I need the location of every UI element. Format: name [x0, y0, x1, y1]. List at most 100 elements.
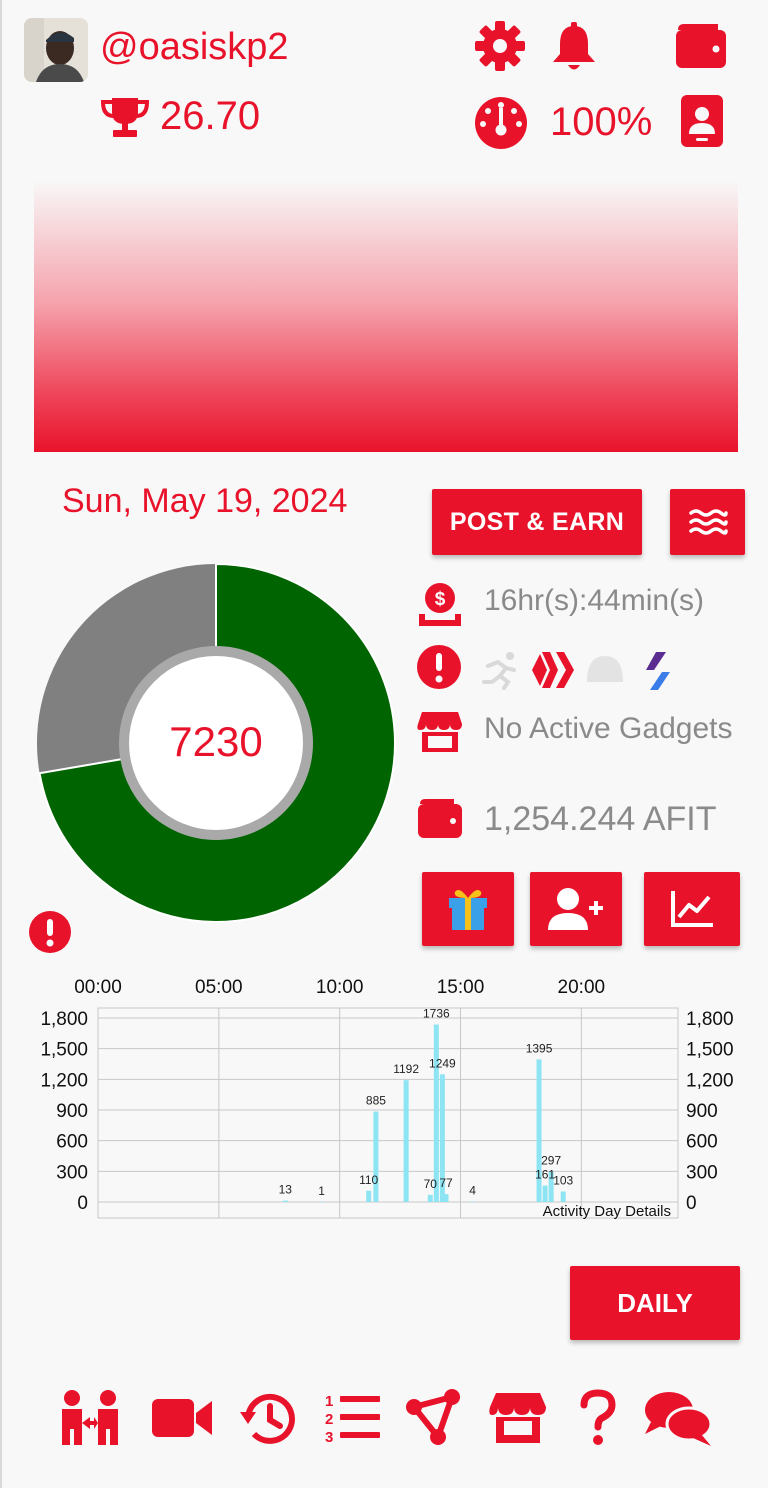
steps-count: 7230: [169, 718, 263, 765]
bell-icon[interactable]: [548, 22, 600, 74]
chart-y-tick-label-left: 1,800: [40, 1009, 88, 1030]
chart-bar: [319, 1201, 325, 1203]
chart-legend: Activity Day Details: [543, 1203, 671, 1220]
chart-bar-value-label: 1736: [423, 1007, 450, 1021]
question-icon: [580, 1389, 616, 1445]
chart-bar: [443, 1194, 449, 1202]
chart-y-tick-label-right: 900: [686, 1101, 718, 1122]
store-icon[interactable]: [416, 708, 464, 756]
users-arrows-icon: [62, 1390, 118, 1445]
chart-x-tick-label: 10:00: [316, 977, 364, 998]
warning-icon[interactable]: [416, 644, 464, 692]
chart-y-tick-label-left: 0: [77, 1193, 88, 1214]
nav-video[interactable]: [150, 1380, 214, 1456]
chart-y-tick-label-right: 1,200: [686, 1070, 734, 1091]
waves-icon: [688, 509, 728, 535]
chart-y-tick-label-left: 1,200: [40, 1070, 88, 1091]
gift-icon: [449, 890, 487, 930]
chart-y-tick-label-left: 300: [56, 1162, 88, 1183]
countdown-timer: 16hr(s):44min(s): [484, 584, 705, 617]
afit-balance: 1,254.244 AFIT: [484, 800, 717, 838]
chart-bar-value-label: 110: [359, 1173, 378, 1187]
gear-icon[interactable]: [474, 20, 526, 72]
chart-y-tick-label-left: 900: [56, 1101, 88, 1122]
wallet-icon[interactable]: [674, 22, 726, 74]
chart-bar-value-label: 70: [424, 1177, 438, 1191]
trend-chart-icon: [671, 891, 713, 927]
bolt-icon: [642, 650, 674, 692]
chart-y-tick-label-right: 600: [686, 1132, 718, 1153]
nav-chat[interactable]: [642, 1380, 714, 1456]
chart-bar: [470, 1201, 476, 1203]
chart-bar-value-label: 297: [541, 1154, 561, 1168]
share-nodes-icon: [406, 1389, 460, 1445]
post-and-earn-button[interactable]: POST & EARN: [432, 489, 642, 555]
chart-bars: [282, 1024, 566, 1203]
nav-history[interactable]: [236, 1380, 300, 1456]
chart-bar-value-label: 103: [553, 1173, 573, 1187]
chart-grid: [97, 1007, 679, 1219]
chart-y-tick-label-right: 1,800: [686, 1009, 734, 1030]
chart-x-tick-label: 20:00: [558, 977, 606, 998]
hive-icon: [530, 650, 576, 690]
chart-bar-value-label: 1: [318, 1184, 325, 1198]
chart-x-tick-label: 05:00: [195, 977, 243, 998]
store-icon: [489, 1393, 546, 1443]
chart-bar-labels: 13 1110885119270173612497741395161297103: [279, 1007, 574, 1198]
menu-button[interactable]: [670, 489, 745, 555]
chart-bar: [282, 1200, 288, 1202]
trophy-icon: [100, 96, 150, 138]
alert-icon[interactable]: [28, 910, 72, 954]
chart-bar: [542, 1185, 548, 1202]
add-friend-button[interactable]: [530, 872, 622, 946]
gadgets-status: No Active Gadgets: [484, 712, 733, 745]
activity-chart: 13 1110885119270173612497741395161297103 …: [40, 977, 733, 1220]
chart-bar: [433, 1024, 439, 1202]
helmet-icon: [584, 652, 626, 690]
gauge-icon[interactable]: [474, 96, 527, 149]
add-user-icon: [548, 888, 603, 930]
chart-bar: [366, 1190, 372, 1202]
chart-frame: [97, 1007, 679, 1219]
bottom-navigation: 123: [2, 1380, 768, 1460]
chart-x-tick-label: 00:00: [74, 977, 122, 998]
nav-leaderboard[interactable]: 123: [320, 1380, 384, 1456]
svg-text:2: 2: [325, 1411, 333, 1428]
battery-level: 100%: [550, 100, 653, 144]
svg-text:$: $: [435, 589, 446, 610]
money-hand-icon: $: [416, 580, 464, 628]
chart-y-ticks: 1,800 1,800 1,500 1,500 1,200 1,200 900 900 600 6…: [40, 1009, 733, 1214]
chart-bar-value-label: 77: [439, 1176, 453, 1190]
avatar[interactable]: [24, 18, 88, 82]
chart-x-tick-label: 15:00: [437, 977, 485, 998]
chart-x-ticks: 00:00 05:00 10:00 15:00 20:00: [74, 977, 605, 998]
chart-bar: [373, 1111, 379, 1202]
gift-button[interactable]: [422, 872, 514, 946]
video-camera-icon: [152, 1399, 212, 1437]
id-card-icon[interactable]: [680, 94, 732, 147]
chart-y-tick-label-right: 0: [686, 1193, 697, 1214]
chart-y-tick-label-right: 1,500: [686, 1040, 734, 1061]
banner: [34, 180, 738, 452]
chart-y-tick-label-left: 1,500: [40, 1040, 88, 1061]
nav-share[interactable]: [402, 1380, 466, 1456]
nav-friends[interactable]: [58, 1380, 122, 1456]
numbered-list-icon: 123: [325, 1393, 380, 1446]
svg-text:3: 3: [325, 1429, 333, 1446]
username: @oasiskp2: [100, 26, 289, 68]
nav-marketplace[interactable]: [486, 1380, 550, 1456]
chart-bar: [403, 1080, 409, 1202]
date-label: Sun, May 19, 2024: [62, 482, 348, 520]
history-icon: [240, 1393, 295, 1444]
nav-help[interactable]: [566, 1380, 630, 1456]
stats-button[interactable]: [644, 872, 740, 946]
chart-y-tick-label-right: 300: [686, 1162, 718, 1183]
chat-bubbles-icon: [645, 1392, 713, 1446]
svg-text:1: 1: [325, 1393, 333, 1410]
chart-bar-value-label: 13: [279, 1183, 293, 1197]
daily-button[interactable]: DAILY: [570, 1266, 740, 1340]
chart-bar-value-label: 1395: [526, 1041, 553, 1055]
chart-bar-value-label: 4: [469, 1184, 476, 1198]
score: 26.70: [160, 94, 261, 138]
chart-bar-value-label: 885: [366, 1094, 386, 1108]
